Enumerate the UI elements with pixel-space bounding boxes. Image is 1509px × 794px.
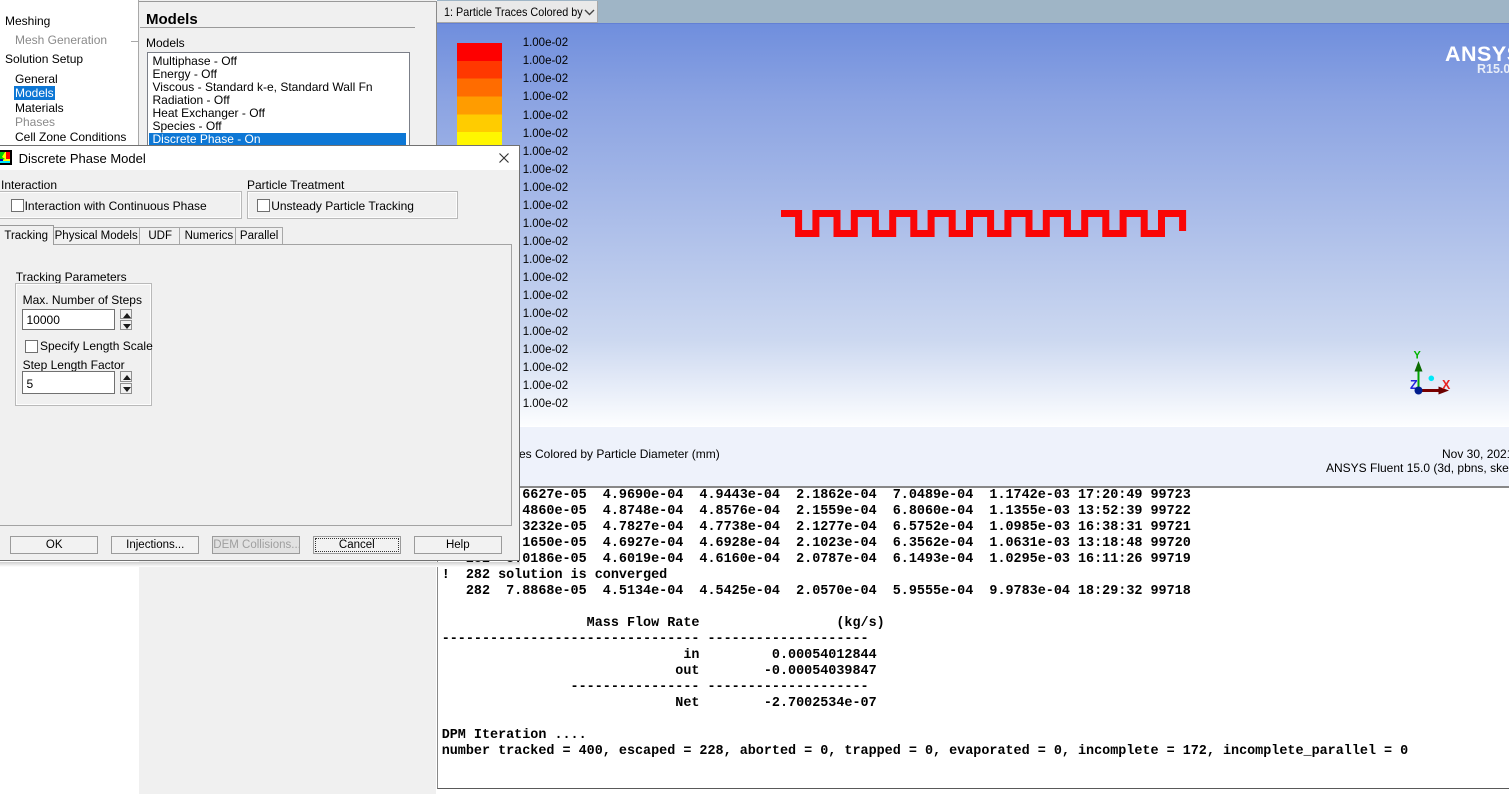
svg-text:Y: Y (1414, 350, 1422, 362)
svg-text:X: X (1442, 378, 1451, 392)
